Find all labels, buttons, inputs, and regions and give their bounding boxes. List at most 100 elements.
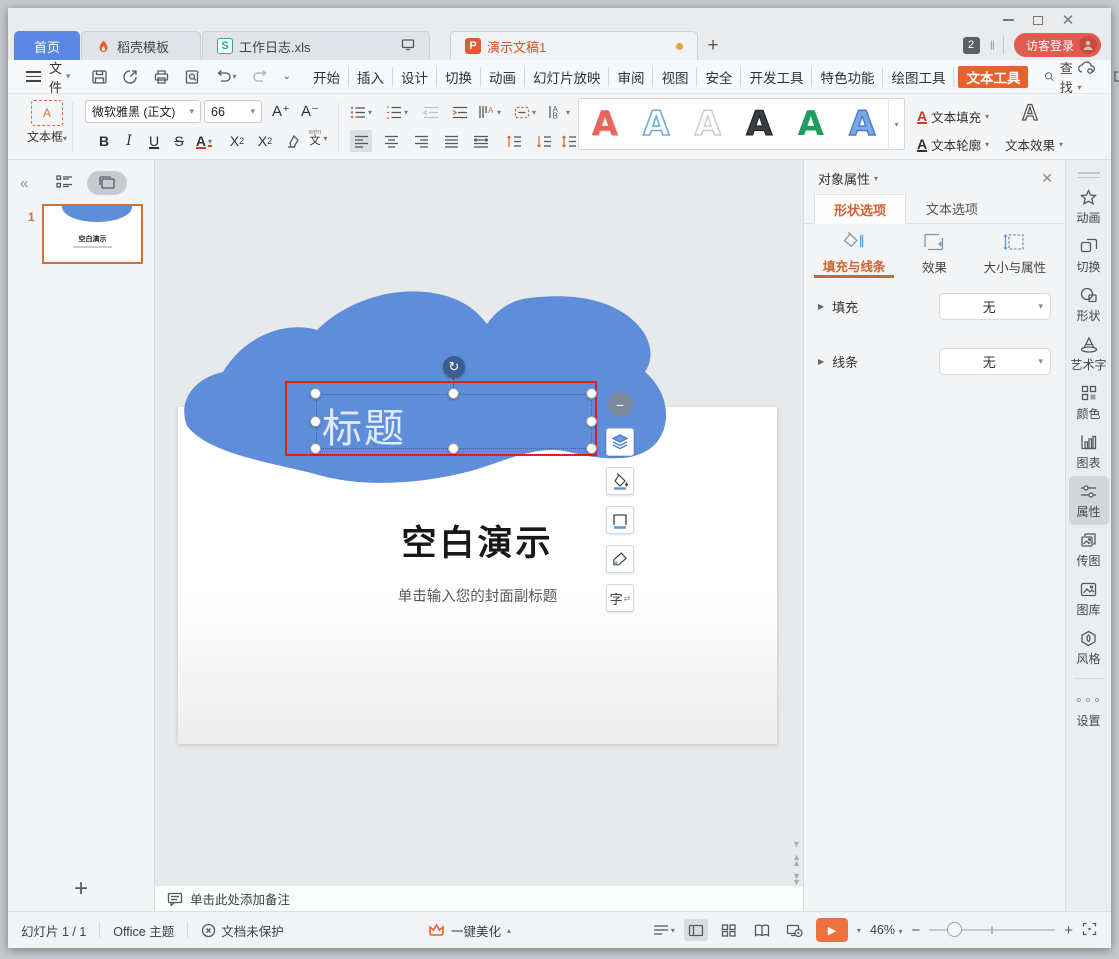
expand-arrow-icon[interactable]: ▶: [818, 357, 824, 366]
layer-order-button[interactable]: [606, 428, 634, 456]
rail-style[interactable]: 风格: [1069, 623, 1109, 672]
protection-status[interactable]: 文档未保护: [188, 921, 297, 940]
selection-handle-w[interactable]: [310, 416, 321, 427]
increase-font-button[interactable]: A⁺: [270, 100, 292, 122]
rail-charts[interactable]: 图表: [1069, 427, 1109, 476]
rail-image-upload[interactable]: 传图: [1069, 525, 1109, 574]
cloud-sync-icon[interactable]: ▾: [1077, 60, 1097, 93]
wordart-more-button[interactable]: ▾: [888, 99, 904, 149]
close-panel-icon[interactable]: ✕: [1041, 170, 1053, 187]
redo-button[interactable]: [251, 69, 269, 84]
increase-indent-button[interactable]: [449, 101, 471, 123]
guest-login-button[interactable]: 访客登录: [1014, 33, 1101, 57]
decrease-indent-button[interactable]: [420, 101, 442, 123]
maximize-button[interactable]: [1027, 12, 1049, 28]
text-direction-button[interactable]: A: [478, 101, 501, 123]
collapse-panel-icon[interactable]: «: [20, 175, 28, 192]
selection-handle-nw[interactable]: [310, 388, 321, 399]
play-slideshow-button[interactable]: ▶: [816, 918, 848, 942]
strikethrough-button[interactable]: S: [168, 130, 190, 152]
fill-dropdown[interactable]: 无 ▾: [939, 293, 1051, 320]
justify-button[interactable]: [440, 130, 462, 152]
zoom-slider[interactable]: [929, 929, 1055, 931]
print-preview-icon[interactable]: [184, 69, 201, 85]
tab-scroll-handle[interactable]: ‖: [990, 38, 993, 53]
wordart-style-3[interactable]: A: [682, 99, 734, 149]
menu-security[interactable]: 安全: [697, 67, 741, 87]
tab-home[interactable]: 首页: [14, 31, 80, 60]
tab-shape-options[interactable]: 形状选项: [814, 194, 906, 224]
scroll-down-arrow[interactable]: ▼: [792, 841, 801, 847]
close-button[interactable]: ✕: [1057, 12, 1079, 28]
expand-arrow-icon[interactable]: ▶: [818, 302, 824, 311]
window-count-badge[interactable]: 2: [963, 37, 980, 54]
brush-style-button[interactable]: [606, 545, 634, 573]
toolbar-more-icon[interactable]: ⌄: [283, 71, 291, 82]
notes-bar[interactable]: 单击此处添加备注: [155, 885, 803, 911]
rail-drag-handle[interactable]: [1078, 172, 1100, 178]
print-icon[interactable]: [153, 69, 170, 85]
zoom-in-button[interactable]: +: [1064, 922, 1073, 939]
new-tab-button[interactable]: +: [698, 31, 728, 60]
line-spacing-increase-button[interactable]: [503, 130, 525, 152]
wordart-style-1[interactable]: A: [579, 99, 631, 149]
rail-colors[interactable]: 颜色: [1069, 378, 1109, 427]
beautify-button[interactable]: 一键美化 ▴: [428, 921, 511, 940]
outline-view-icon[interactable]: [56, 175, 73, 192]
selection-handle-e[interactable]: [586, 416, 597, 427]
wordart-style-4[interactable]: A: [734, 99, 786, 149]
tab-text-options[interactable]: 文本选项: [906, 194, 998, 223]
rotate-handle[interactable]: ↻: [443, 356, 465, 378]
font-size-combo[interactable]: 66 ▾: [204, 100, 262, 123]
slide-title-text[interactable]: 空白演示: [155, 515, 800, 566]
menu-view[interactable]: 视图: [653, 67, 697, 87]
status-text-options-icon[interactable]: ▾: [653, 924, 675, 936]
rail-transition[interactable]: 切换: [1069, 231, 1109, 280]
save-icon[interactable]: [91, 69, 108, 85]
line-spacing-decrease-button[interactable]: [533, 130, 555, 152]
file-menu[interactable]: 文件 ▾: [49, 58, 71, 96]
undo-button[interactable]: ▾: [215, 69, 237, 84]
bold-button[interactable]: B: [93, 130, 115, 152]
textbox-style-button[interactable]: [514, 101, 536, 123]
previous-slide-button[interactable]: ▲▲: [792, 854, 801, 866]
character-spacing-button[interactable]: AB: [548, 101, 570, 123]
subtab-size-properties[interactable]: 大小与属性: [975, 230, 1055, 278]
slide-subtitle-text[interactable]: 单击输入您的封面副标题: [155, 585, 800, 606]
slideshow-view-button[interactable]: [783, 919, 807, 941]
menu-special-features[interactable]: 特色功能: [812, 67, 883, 87]
text-outline-button[interactable]: A 文本轮廓 ▾: [917, 135, 989, 154]
chevron-down-icon[interactable]: ▾: [874, 174, 878, 183]
share-icon[interactable]: [1112, 68, 1119, 86]
wordart-style-2[interactable]: A: [631, 99, 683, 149]
superscript-button[interactable]: X2: [226, 130, 248, 152]
hamburger-menu-icon[interactable]: [26, 71, 41, 82]
line-dropdown[interactable]: 无 ▾: [939, 348, 1051, 375]
rail-settings[interactable]: ∘∘∘ 设置: [1069, 685, 1109, 734]
align-right-button[interactable]: [410, 130, 432, 152]
rail-shapes[interactable]: 形状: [1069, 280, 1109, 329]
selection-handle-sw[interactable]: [310, 443, 321, 454]
border-style-button[interactable]: [606, 506, 634, 534]
reading-view-button[interactable]: [750, 919, 774, 941]
pinyin-guide-button[interactable]: wén 文: [307, 127, 329, 149]
selection-handle-n[interactable]: [448, 388, 459, 399]
italic-button[interactable]: I: [118, 130, 140, 152]
collapse-toolbar-button[interactable]: −: [608, 392, 633, 417]
underline-button[interactable]: U: [143, 130, 165, 152]
subtab-effect[interactable]: 效果: [894, 230, 974, 278]
selection-handle-ne[interactable]: [586, 388, 597, 399]
editing-canvas[interactable]: 空白演示 单击输入您的封面副标题 标题 ↻ −: [155, 160, 803, 911]
menu-slideshow[interactable]: 幻灯片放映: [525, 67, 610, 87]
slide-view-toggle[interactable]: [87, 171, 127, 195]
menu-transition[interactable]: 切换: [437, 67, 481, 87]
find-button[interactable]: 查找: [1044, 58, 1077, 96]
slide-thumbnail[interactable]: 空白演示: [42, 204, 143, 264]
rail-gallery[interactable]: 图库: [1069, 574, 1109, 623]
zoom-slider-knob[interactable]: [947, 922, 962, 937]
add-slide-button[interactable]: +: [8, 875, 154, 903]
tab-ppt-document[interactable]: P 演示文稿1: [450, 31, 698, 60]
wordart-style-6[interactable]: A: [837, 99, 889, 149]
tab-templates[interactable]: 稻壳模板: [81, 31, 201, 60]
fit-screen-button[interactable]: [1082, 922, 1097, 939]
